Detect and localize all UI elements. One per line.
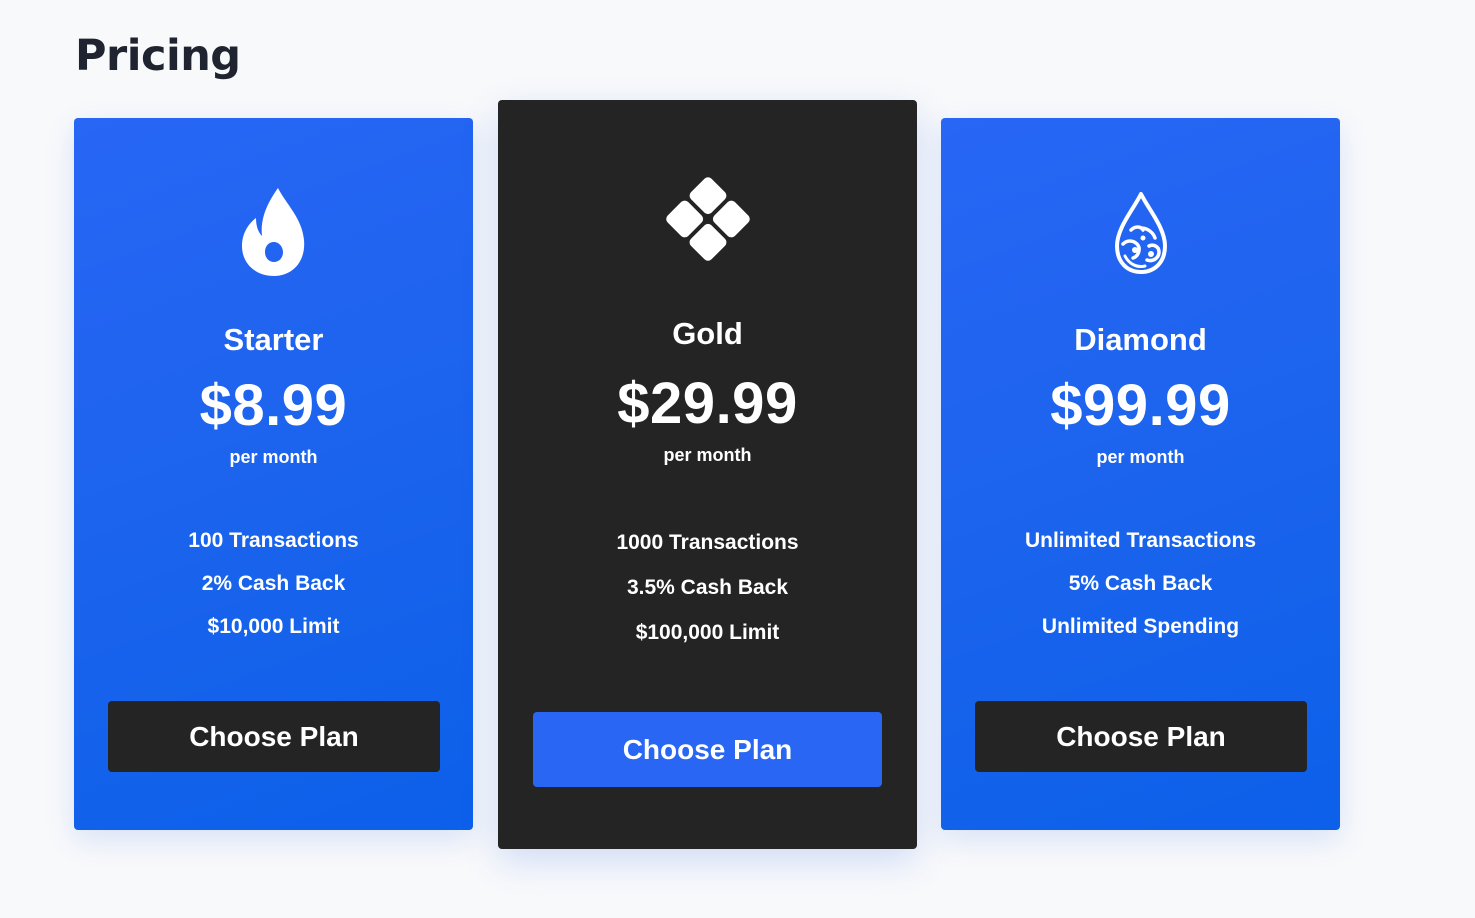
page-title: Pricing [75, 31, 241, 81]
feature-item: 1000 Transactions [616, 531, 799, 554]
plan-period: per month [663, 445, 752, 465]
pricing-card-starter: Starter $8.99 per month 100 Transactions… [74, 118, 473, 830]
water-drop-icon [1114, 192, 1167, 274]
feature-item: Unlimited Transactions [1024, 529, 1257, 552]
feature-item: 100 Transactions [188, 529, 359, 552]
feature-item: Unlimited Spending [1041, 615, 1240, 638]
flame-icon [241, 188, 304, 276]
choose-plan-button-gold[interactable]: Choose Plan [533, 712, 882, 787]
pricing-card-diamond: Diamond $99.99 per month Unlimited Trans… [941, 118, 1340, 830]
choose-plan-button-diamond[interactable]: Choose Plan [975, 701, 1307, 772]
plan-period: per month [1096, 447, 1185, 467]
feature-item: 5% Cash Back [1068, 572, 1213, 595]
feature-item: 2% Cash Back [201, 572, 346, 595]
feature-item: $10,000 Limit [207, 615, 340, 638]
feature-list: Unlimited Transactions 5% Cash Back Unli… [941, 526, 1340, 655]
choose-plan-button-starter[interactable]: Choose Plan [108, 701, 440, 772]
diamond-grid-icon [665, 177, 750, 261]
plan-period: per month [229, 447, 318, 467]
plan-name: Gold [672, 316, 743, 351]
plan-name: Starter [223, 322, 324, 357]
feature-list: 100 Transactions 2% Cash Back $10,000 Li… [74, 526, 473, 655]
plan-price: $29.99 [617, 371, 798, 436]
plan-name: Diamond [1074, 322, 1207, 357]
feature-item: $100,000 Limit [635, 621, 780, 644]
feature-list: 1000 Transactions 3.5% Cash Back $100,00… [498, 528, 917, 663]
feature-item: 3.5% Cash Back [626, 576, 789, 599]
plan-price: $8.99 [199, 373, 348, 438]
plan-price: $99.99 [1050, 373, 1231, 438]
pricing-card-gold: Gold $29.99 per month 1000 Transactions … [498, 100, 917, 849]
